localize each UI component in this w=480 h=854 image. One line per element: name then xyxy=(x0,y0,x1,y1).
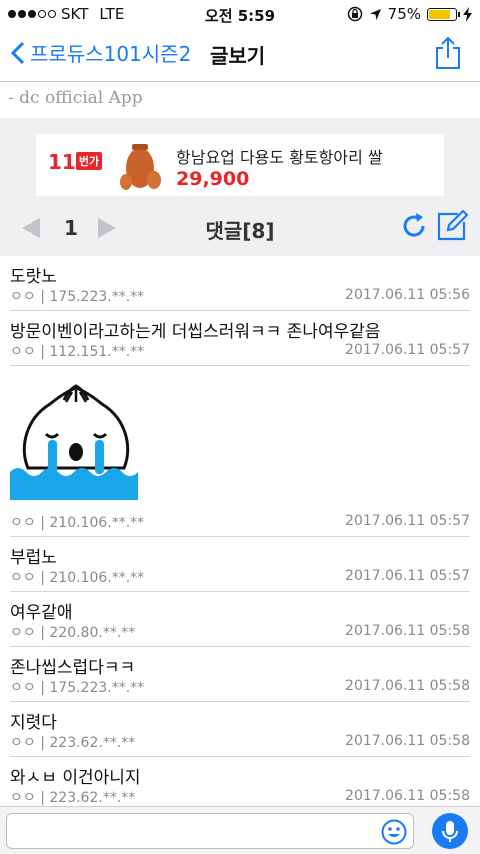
emoticon-picker-icon[interactable] xyxy=(381,819,407,845)
comment-item: 와ㅅㅂ 이건아니지 ㅇㅇ | 223.62.**.** 2017.06.11 0… xyxy=(10,757,470,812)
ad-logo-number: 11 xyxy=(48,150,76,174)
ad-banner[interactable]: 11 번가 항남요업 다용도 황토항아리 쌀 29,900 xyxy=(36,134,444,196)
page-title: 글보기 xyxy=(210,44,266,68)
status-bar: SKT LTE 오전 5:59 75% xyxy=(0,0,480,28)
navigation-bar: 프로듀스101시즌2 글보기 xyxy=(0,28,480,82)
rotation-lock-icon xyxy=(347,6,362,22)
refresh-icon[interactable] xyxy=(400,212,428,240)
ad-product-image xyxy=(120,144,161,190)
comment-author: ㅇㅇ | 175.223.**.** xyxy=(10,680,145,696)
comment-text: 와ㅅㅂ 이건아니지 xyxy=(10,768,141,787)
comment-date: 2017.06.11 05:58 xyxy=(345,733,470,749)
comment-author: ㅇㅇ | 210.106.**.** xyxy=(10,515,145,531)
battery-percent: 75% xyxy=(387,5,421,23)
comment-author: ㅇㅇ | 223.62.**.** xyxy=(10,790,136,806)
location-arrow-icon xyxy=(369,8,381,20)
comment-author: ㅇㅇ | 210.106.**.** xyxy=(10,570,145,586)
comment-text: 존나씹스럽다ㅋㅋ xyxy=(10,658,136,677)
comment-pager: 1 댓글[8] xyxy=(0,200,480,256)
comment-item: ㅇㅇ | 210.106.**.** 2017.06.11 05:57 xyxy=(10,366,470,537)
comment-meta: ㅇㅇ | 210.106.**.** 2017.06.11 05:57 xyxy=(10,512,470,536)
comment-item: 부럽노 ㅇㅇ | 210.106.**.** 2017.06.11 05:57 xyxy=(10,537,470,592)
comment-meta: ㅇㅇ | 175.223.**.** 2017.06.11 05:58 xyxy=(10,677,470,701)
ad-logo-tag: 번가 xyxy=(75,152,103,170)
ad-price: 29,900 xyxy=(176,168,250,190)
comment-text: 여우같애 xyxy=(10,603,73,622)
comment-item: 도랏노 ㅇㅇ | 175.223.**.** 2017.06.11 05:56 xyxy=(10,256,470,311)
comment-item: 지렷다 ㅇㅇ | 223.62.**.** 2017.06.11 05:58 xyxy=(10,702,470,757)
ad-logo: 11 번가 xyxy=(48,150,103,174)
chevron-left-icon xyxy=(10,41,25,64)
comment-meta: ㅇㅇ | 175.223.**.** 2017.06.11 05:56 xyxy=(10,286,470,310)
comment-meta: ㅇㅇ | 210.106.**.** 2017.06.11 05:57 xyxy=(10,567,470,591)
charging-bolt-icon xyxy=(463,6,472,22)
battery-icon xyxy=(427,7,460,21)
ad-title: 항남요업 다용도 황토항아리 쌀 xyxy=(176,148,383,167)
status-right: 75% xyxy=(347,5,472,23)
comment-author: ㅇㅇ | 112.151.**.** xyxy=(10,344,145,360)
crying-dumpling-emoticon xyxy=(10,384,138,500)
comment-input-bar xyxy=(0,806,480,854)
comment-author: ㅇㅇ | 223.62.**.** xyxy=(10,735,136,751)
comment-item: 방문이벤이라고하는게 더씹스러워ㅋㅋ 존나여우같음 ㅇㅇ | 112.151.*… xyxy=(10,311,470,366)
comment-list: 도랏노 ㅇㅇ | 175.223.**.** 2017.06.11 05:56 … xyxy=(0,256,480,812)
comment-date: 2017.06.11 05:58 xyxy=(345,788,470,804)
comment-date: 2017.06.11 05:57 xyxy=(345,342,470,358)
comment-date: 2017.06.11 05:56 xyxy=(345,287,470,303)
comment-text: 지렷다 xyxy=(10,713,57,732)
comment-meta: ㅇㅇ | 112.151.**.** 2017.06.11 05:57 xyxy=(10,341,470,365)
comment-meta: ㅇㅇ | 220.80.**.** 2017.06.11 05:58 xyxy=(10,622,470,646)
comment-meta: ㅇㅇ | 223.62.**.** 2017.06.11 05:58 xyxy=(10,732,470,756)
comment-text: 방문이벤이라고하는게 더씹스러워ㅋㅋ 존나여우같음 xyxy=(10,322,381,341)
comment-date: 2017.06.11 05:57 xyxy=(345,568,470,584)
comment-text: 부럽노 xyxy=(10,548,57,567)
share-icon[interactable] xyxy=(434,36,462,70)
comment-item: 존나씹스럽다ㅋㅋ ㅇㅇ | 175.223.**.** 2017.06.11 0… xyxy=(10,647,470,702)
comment-author: ㅇㅇ | 175.223.**.** xyxy=(10,289,145,305)
write-comment-icon[interactable] xyxy=(436,210,468,242)
comment-date: 2017.06.11 05:58 xyxy=(345,678,470,694)
comment-text: 도랏노 xyxy=(10,267,57,286)
comment-input[interactable] xyxy=(6,813,414,849)
comment-date: 2017.06.11 05:57 xyxy=(345,513,470,529)
microphone-icon xyxy=(442,821,458,842)
comment-date: 2017.06.11 05:58 xyxy=(345,623,470,639)
back-button-label: 프로듀스101시즌2 xyxy=(30,42,192,66)
comment-item: 여우같애 ㅇㅇ | 220.80.**.** 2017.06.11 05:58 xyxy=(10,592,470,647)
app-caption: - dc official App xyxy=(8,88,143,108)
voice-input-button[interactable] xyxy=(432,813,468,849)
comment-author: ㅇㅇ | 220.80.**.** xyxy=(10,625,136,641)
back-button[interactable]: 프로듀스101시즌2 xyxy=(10,38,191,67)
